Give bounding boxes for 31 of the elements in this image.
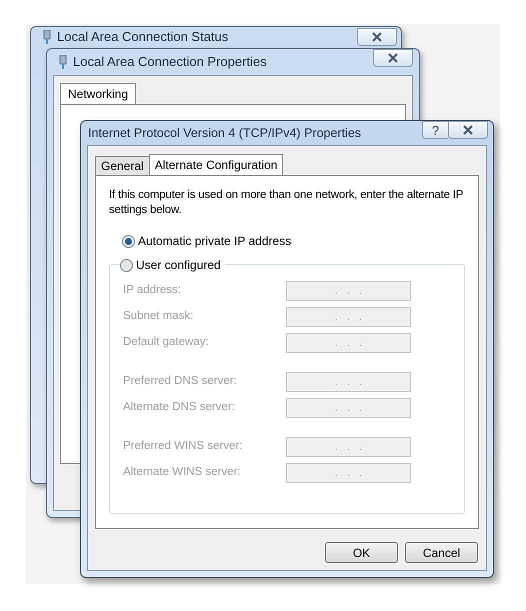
field-label: IP address: — [123, 283, 181, 298]
radio-label: Automatic private IP address — [138, 233, 292, 250]
window-title: Local Area Connection Properties — [73, 53, 267, 72]
intro-text: If this computer is used on more than one network, enter the alternate IP settings below. — [109, 188, 464, 218]
close-button[interactable] — [448, 121, 488, 139]
network-plug-icon — [59, 55, 67, 69]
close-icon — [371, 32, 383, 42]
field-label: Preferred DNS server: — [123, 374, 237, 390]
tab[interactable]: Networking — [60, 83, 136, 104]
ok-button[interactable]: OK — [325, 542, 398, 563]
tab[interactable]: Alternate Configuration — [148, 154, 284, 175]
field-label: Alternate WINS server: — [123, 465, 241, 480]
field-label: Subnet mask: — [123, 309, 194, 324]
radio-button[interactable] — [122, 234, 135, 248]
radio-option[interactable]: Automatic private IP address — [122, 232, 465, 250]
radio-option[interactable]: User configured — [120, 256, 221, 274]
tab[interactable]: General — [95, 156, 150, 175]
radio-button[interactable] — [120, 258, 133, 272]
close-button[interactable] — [357, 28, 397, 46]
window-title: Local Area Connection Status — [57, 28, 228, 46]
network-plug-icon — [43, 30, 51, 44]
field-label: Preferred WINS server: — [123, 439, 242, 454]
help-button[interactable]: ? — [422, 121, 448, 139]
close-icon — [462, 125, 474, 135]
close-button[interactable] — [373, 49, 413, 67]
field-label: Default gateway: — [123, 335, 209, 350]
close-icon — [387, 53, 399, 63]
cancel-button[interactable]: Cancel — [405, 542, 478, 563]
dialog-title: Internet Protocol Version 4 (TCP/IPv4) Properties — [88, 124, 362, 142]
radio-label: User configured — [136, 257, 221, 274]
field-label: Alternate DNS server: — [123, 400, 235, 416]
